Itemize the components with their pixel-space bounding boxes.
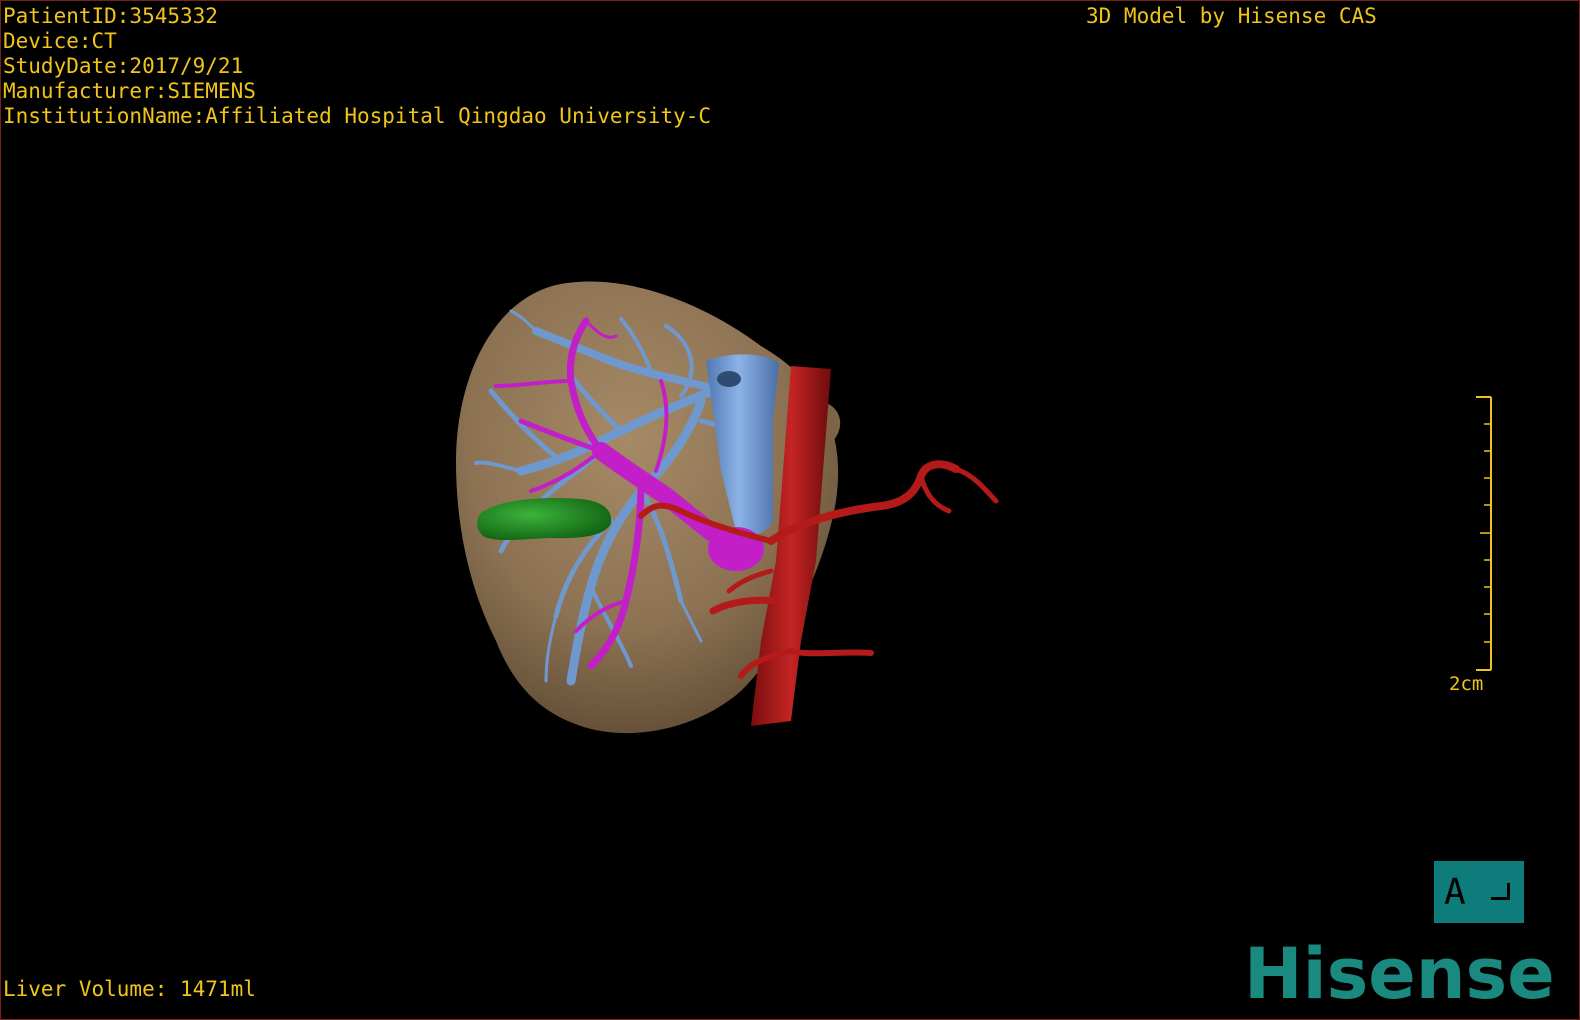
hisense-logo: Hisense [1244, 936, 1555, 1015]
study-date-label: StudyDate:2017/9/21 [3, 54, 244, 78]
liver-volume-label: Liver Volume: 1471ml [3, 977, 256, 1001]
model-credit: 3D Model by Hisense CAS [1086, 4, 1377, 28]
scale-bar [1476, 396, 1492, 671]
device-label: Device:CT [3, 29, 117, 53]
institution-label: InstitutionName:Affiliated Hospital Qing… [3, 104, 712, 128]
orientation-label: A [1444, 871, 1466, 913]
orientation-corner-icon [1491, 883, 1510, 900]
3d-viewport[interactable]: PatientID:3545332 Device:CT StudyDate:20… [0, 0, 1580, 1020]
liver-3d-model[interactable] [1, 1, 1579, 1019]
hisense-logo-text: Hisense [1244, 936, 1555, 1015]
orientation-cube[interactable]: A [1434, 861, 1524, 923]
patient-id-label: PatientID:3545332 [3, 4, 218, 28]
manufacturer-label: Manufacturer:SIEMENS [3, 79, 256, 103]
scale-label: 2cm [1449, 673, 1484, 695]
